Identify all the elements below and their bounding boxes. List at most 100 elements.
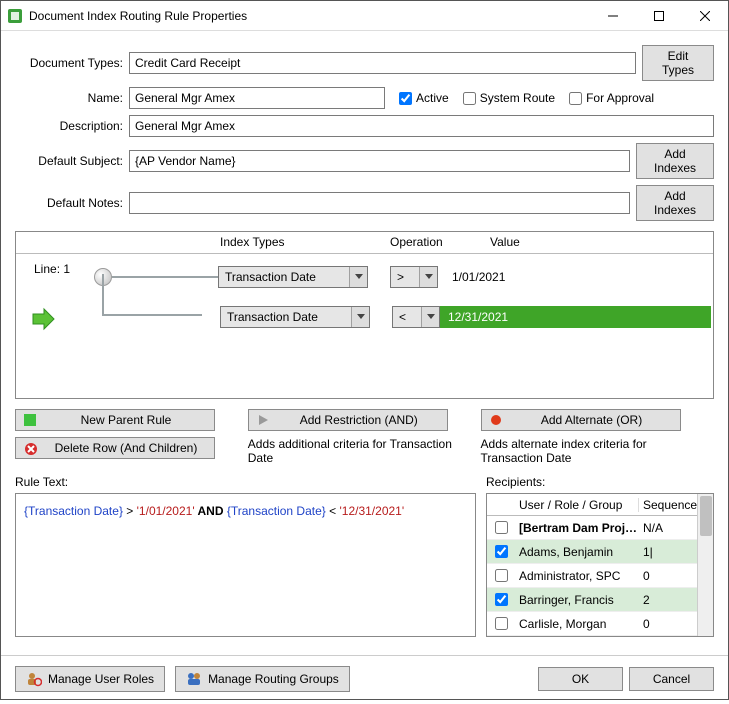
recipient-checkbox[interactable] (495, 521, 508, 534)
recipient-checkbox[interactable] (495, 569, 508, 582)
recipient-sequence[interactable]: 0 (639, 617, 697, 631)
value-cell-selected[interactable]: 12/31/2021 (440, 306, 711, 328)
system-route-checkbox-wrap[interactable]: System Route (463, 91, 555, 105)
play-icon (257, 414, 269, 426)
user-role-icon (26, 671, 42, 687)
window: Document Index Routing Rule Properties D… (0, 0, 729, 700)
recipient-row[interactable]: Carlisle, Morgan0 (487, 612, 697, 636)
cancel-button[interactable]: Cancel (629, 667, 714, 691)
for-approval-label: For Approval (586, 91, 654, 105)
current-row-arrow-icon (30, 306, 56, 335)
rules-header-operation: Operation (384, 232, 484, 253)
default-notes-label: Default Notes: (15, 196, 129, 210)
active-label: Active (416, 91, 449, 105)
recipients-col-user[interactable]: User / Role / Group (515, 498, 639, 512)
footer: Manage User Roles Manage Routing Groups … (1, 655, 728, 704)
add-indexes-notes-button[interactable]: Add Indexes (636, 185, 714, 221)
recipients-table: User / Role / Group Sequence [Bertram Da… (486, 493, 714, 637)
name-label: Name: (15, 91, 129, 105)
tree-connector (102, 314, 202, 316)
active-checkbox-wrap[interactable]: Active (399, 91, 449, 105)
default-subject-label: Default Subject: (15, 154, 129, 168)
index-type-dropdown[interactable]: Transaction Date (218, 266, 368, 288)
recipients-label: Recipients: (486, 475, 714, 489)
close-button[interactable] (682, 1, 728, 31)
rules-header-index: Index Types (214, 232, 384, 253)
rule-row[interactable]: Transaction Date < 12/31/2021 (34, 306, 713, 328)
chevron-down-icon (421, 307, 439, 327)
scroll-thumb[interactable] (700, 496, 712, 536)
recipient-checkbox[interactable] (495, 545, 508, 558)
add-restriction-button[interactable]: Add Restriction (AND) (248, 409, 448, 431)
new-parent-rule-button[interactable]: New Parent Rule (15, 409, 215, 431)
line-label: Line: 1 (34, 262, 70, 276)
recipients-scrollbar[interactable] (697, 494, 713, 636)
recipient-name: [Bertram Dam Proje... (515, 521, 639, 535)
action-row: New Parent Rule Delete Row (And Children… (15, 409, 714, 465)
chevron-down-icon (419, 267, 437, 287)
default-subject-input[interactable] (129, 150, 630, 172)
document-types-input[interactable] (129, 52, 636, 74)
content: Document Types: Edit Types Name: Active … (1, 31, 728, 655)
delete-row-button[interactable]: Delete Row (And Children) (15, 437, 215, 459)
system-route-label: System Route (480, 91, 555, 105)
manage-user-roles-button[interactable]: Manage User Roles (15, 666, 165, 692)
titlebar: Document Index Routing Rule Properties (1, 1, 728, 31)
value-cell[interactable]: 1/01/2021 (452, 270, 505, 284)
add-alternate-hint: Adds alternate index criteria for Transa… (481, 437, 702, 465)
system-route-checkbox[interactable] (463, 92, 476, 105)
recipient-checkbox[interactable] (495, 617, 508, 630)
green-square-icon (24, 414, 36, 426)
chevron-down-icon (351, 307, 369, 327)
for-approval-checkbox[interactable] (569, 92, 582, 105)
recipients-col-seq[interactable]: Sequence (639, 498, 697, 512)
window-title: Document Index Routing Rule Properties (29, 9, 590, 23)
rule-text-index: {Transaction Date} (24, 504, 123, 518)
recipient-sequence[interactable]: N/A (639, 521, 697, 535)
delete-icon (24, 442, 36, 454)
recipient-sequence[interactable]: 2 (639, 593, 697, 607)
edit-types-button[interactable]: Edit Types (642, 45, 714, 81)
app-icon (7, 8, 23, 24)
operation-dropdown[interactable]: > (390, 266, 438, 288)
recipient-checkbox[interactable] (495, 593, 508, 606)
minimize-button[interactable] (590, 1, 636, 31)
recipient-sequence[interactable]: 0 (639, 569, 697, 583)
ok-button[interactable]: OK (538, 667, 623, 691)
recipient-name: Administrator, SPC (515, 569, 639, 583)
manage-routing-groups-button[interactable]: Manage Routing Groups (175, 666, 350, 692)
rules-header: Index Types Operation Value (16, 232, 713, 254)
rule-row[interactable]: Transaction Date > 1/01/2021 (34, 266, 713, 288)
chevron-down-icon (349, 267, 367, 287)
rule-text-label: Rule Text: (15, 475, 476, 489)
default-notes-input[interactable] (129, 192, 630, 214)
recipients-header: User / Role / Group Sequence (487, 494, 697, 516)
active-checkbox[interactable] (399, 92, 412, 105)
maximize-button[interactable] (636, 1, 682, 31)
tree-connector (102, 274, 104, 314)
for-approval-checkbox-wrap[interactable]: For Approval (569, 91, 654, 105)
add-alternate-button[interactable]: Add Alternate (OR) (481, 409, 681, 431)
recipient-row[interactable]: Administrator, SPC0 (487, 564, 697, 588)
index-type-dropdown[interactable]: Transaction Date (220, 306, 370, 328)
rules-panel: Index Types Operation Value Line: 1 Tran… (15, 231, 714, 399)
name-input[interactable] (129, 87, 385, 109)
description-input[interactable] (129, 115, 714, 137)
description-label: Description: (15, 119, 129, 133)
rule-text-box[interactable]: {Transaction Date} > '1/01/2021' AND {Tr… (15, 493, 476, 637)
recipient-row[interactable]: Barringer, Francis2 (487, 588, 697, 612)
recipient-name: Carlisle, Morgan (515, 617, 639, 631)
recipient-name: Adams, Benjamin (515, 545, 639, 559)
rules-header-value: Value (484, 232, 713, 253)
recipient-sequence[interactable]: 1| (639, 545, 697, 559)
record-icon (490, 414, 502, 426)
rule-text-index: {Transaction Date} (227, 504, 326, 518)
add-restriction-hint: Adds additional criteria for Transaction… (248, 437, 469, 465)
operation-dropdown[interactable]: < (392, 306, 440, 328)
group-icon (186, 671, 202, 687)
document-types-label: Document Types: (15, 56, 129, 70)
recipient-row[interactable]: [Bertram Dam Proje...N/A (487, 516, 697, 540)
recipient-name: Barringer, Francis (515, 593, 639, 607)
add-indexes-subject-button[interactable]: Add Indexes (636, 143, 714, 179)
recipient-row[interactable]: Adams, Benjamin1| (487, 540, 697, 564)
